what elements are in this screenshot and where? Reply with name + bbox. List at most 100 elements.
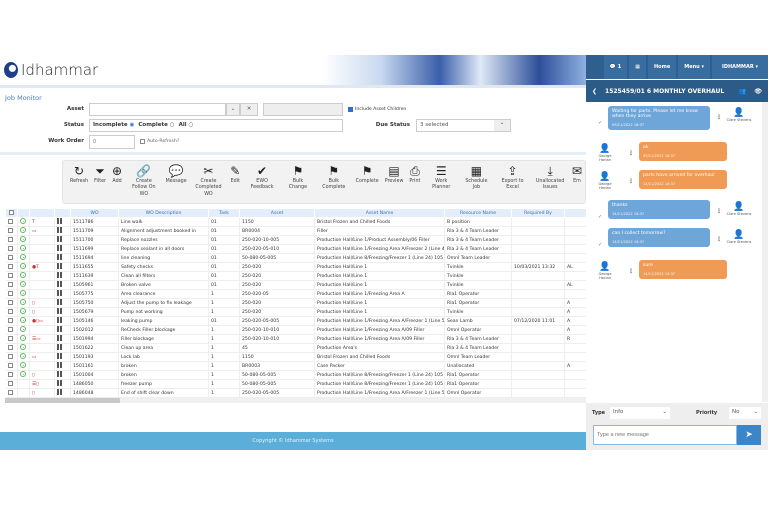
table-row[interactable]: 1511700 Replace nozzles 01 250-020-10-00… — [5, 235, 587, 245]
status-icon[interactable] — [17, 235, 30, 245]
attachment-icons[interactable] — [29, 289, 55, 299]
logo[interactable]: Idhammar — [4, 61, 98, 79]
table-row[interactable]: T 1511786 Line walk 01 1150 Bristol Froz… — [5, 217, 587, 227]
work-order-input[interactable] — [89, 135, 135, 149]
table-row[interactable]: 1505775 Area clearance 1 250-020-05 Prod… — [5, 289, 587, 299]
status-icon[interactable] — [17, 253, 30, 263]
status-icon[interactable] — [17, 289, 30, 299]
status-incomplete-radio[interactable]: Incomplete ◉ — [93, 122, 134, 129]
attachment-icons[interactable]: ☰▭ — [29, 334, 55, 344]
row-checkbox[interactable] — [5, 217, 18, 227]
row-checkbox[interactable] — [5, 361, 18, 371]
attachment-icons[interactable]: ▯ — [29, 298, 55, 308]
attachment-icons[interactable]: ●T — [29, 262, 55, 272]
row-checkbox[interactable] — [5, 289, 18, 299]
toolbar-button-em[interactable]: ✉ Em — [569, 161, 585, 203]
row-checkbox[interactable] — [5, 271, 18, 281]
status-icon[interactable] — [17, 262, 30, 272]
attachment-icons[interactable]: ▯ — [29, 307, 55, 317]
status-icon[interactable] — [17, 217, 30, 227]
table-row[interactable]: ▯ 1505679 Pump not working 1 250-020 Pro… — [5, 307, 587, 317]
select-all-checkbox[interactable] — [5, 208, 18, 218]
back-icon[interactable]: ❮ — [592, 88, 597, 95]
status-icon[interactable] — [17, 352, 30, 362]
toolbar-button-unallocated-issues[interactable]: ⤓ Unallocated Issues — [531, 161, 569, 203]
attachment-icons[interactable] — [29, 325, 55, 335]
message-input[interactable] — [593, 425, 737, 445]
message-options-icon[interactable]: ⋮ — [628, 178, 634, 185]
row-checkbox[interactable] — [5, 379, 18, 389]
row-checkbox[interactable] — [5, 307, 18, 317]
message-options-icon[interactable]: ⋮ — [716, 236, 722, 243]
toolbar-button-create-completed-wo[interactable]: ✂ Create Completed WO — [190, 161, 228, 203]
attachment-icons[interactable] — [29, 343, 55, 353]
status-icon[interactable] — [17, 271, 30, 281]
table-row[interactable]: ☰▭ 1501994 Filler blockage 1 250-020-10-… — [5, 334, 587, 344]
status-icon[interactable] — [17, 298, 30, 308]
row-checkbox[interactable] — [5, 334, 18, 344]
message-options-icon[interactable]: ⋮ — [716, 208, 722, 215]
table-row[interactable]: 1501161 broken 1 BR0003 Case Packer Unal… — [5, 361, 587, 371]
asset-dropdown-button[interactable]: ⌄ — [226, 103, 240, 116]
row-checkbox[interactable] — [5, 235, 18, 245]
asset-clear-button[interactable]: ✕ — [240, 103, 258, 116]
status-icon[interactable] — [17, 388, 30, 398]
table-row[interactable]: ▯ 1501004 broken 1 50-080-05-005 Product… — [5, 370, 587, 380]
status-icon[interactable] — [17, 325, 30, 335]
asset-input[interactable] — [89, 103, 226, 116]
row-checkbox[interactable] — [5, 244, 18, 254]
attachment-icons[interactable] — [29, 271, 55, 281]
table-row[interactable]: ●T 1511655 Safety checks 01 250-020 Prod… — [5, 262, 587, 272]
toolbar-button-complete[interactable]: ⚑ Complete — [353, 161, 382, 203]
toolbar-button-message[interactable]: 💬 Message — [163, 161, 190, 203]
toolbar-button-add[interactable]: ⊕ Add — [109, 161, 125, 203]
attachment-icons[interactable]: ▭ — [29, 352, 55, 362]
table-row[interactable]: ▭ 1501193 Lock lab 1 1150 Bristol Frozen… — [5, 352, 587, 362]
toolbar-button-print[interactable]: ⎙ Print — [406, 161, 423, 203]
status-icon[interactable] — [17, 370, 30, 380]
col-asset[interactable]: Asset — [239, 208, 315, 218]
send-button[interactable]: ➤ — [737, 425, 761, 445]
table-row[interactable]: 1511699 Replace sealant in all doors 01 … — [5, 244, 587, 254]
type-select[interactable]: Info ⌄ — [610, 407, 670, 419]
attachment-icons[interactable] — [29, 244, 55, 254]
attachment-icons[interactable]: ▭ — [29, 226, 55, 236]
col-asset-name[interactable]: Asset Name — [314, 208, 445, 218]
toolbar-button-edit[interactable]: ✎ Edit — [227, 161, 243, 203]
table-row[interactable]: ●▯▭ 1505146 leaking pump 01 250-020-05-0… — [5, 316, 587, 326]
message-options-icon[interactable]: ⋮ — [716, 114, 722, 121]
menu-button[interactable]: Menu ▾ — [678, 55, 710, 79]
row-checkbox[interactable] — [5, 325, 18, 335]
eye-icon[interactable]: 👁 — [754, 88, 762, 95]
table-row[interactable]: ▯ 1486048 End of shift clear down 1 250-… — [5, 388, 587, 398]
toolbar-button-schedule-job[interactable]: ▦ Schedule Job — [459, 161, 494, 203]
message-options-icon[interactable]: ⋮ — [628, 268, 634, 275]
row-checkbox[interactable] — [5, 226, 18, 236]
home-button[interactable]: Home — [647, 55, 677, 79]
toolbar-button-bulk-complete[interactable]: ⚑ Bulk Complete — [315, 161, 353, 203]
user-menu-button[interactable]: IDHAMMAR ▾ — [711, 55, 768, 79]
table-row[interactable]: 1505961 Broken valve 01 250-020 Producti… — [5, 280, 587, 290]
toolbar-button-create-follow-on-wo[interactable]: 🔗 Create Follow On WO — [125, 161, 163, 203]
status-complete-radio[interactable]: Complete ○ — [138, 122, 174, 129]
table-row[interactable]: ▯ 1505750 Adjust the pump to fix leakage… — [5, 298, 587, 308]
attachment-icons[interactable]: ☰▯ — [29, 379, 55, 389]
message-options-icon[interactable]: ⋮ — [628, 150, 634, 157]
horizontal-scrollbar[interactable] — [5, 398, 586, 403]
attachment-icons[interactable] — [29, 280, 55, 290]
toolbar-button-work-planner[interactable]: ☰ Work Planner — [423, 161, 459, 203]
table-row[interactable]: ▭ 1511709 Alignment adjustment booked in… — [5, 226, 587, 236]
auto-refresh-checkbox[interactable]: Auto-Refresh? — [140, 139, 179, 144]
toolbar-button-filter[interactable]: ⏷ Filter — [91, 161, 109, 203]
include-children-checkbox[interactable]: Include Asset Children — [348, 107, 406, 112]
row-checkbox[interactable] — [5, 316, 18, 326]
participants-icon[interactable]: 👥 — [739, 88, 746, 95]
attachment-icons[interactable]: ▯ — [29, 388, 55, 398]
toolbar-button-preview[interactable]: ▤ Preview — [382, 161, 407, 203]
row-checkbox[interactable] — [5, 262, 18, 272]
attachment-icons[interactable]: T — [29, 217, 55, 227]
toolbar-button-bulk-change[interactable]: ⚑ Bulk Change — [281, 161, 315, 203]
apps-grid-button[interactable]: ▦ — [629, 55, 646, 79]
attachment-icons[interactable]: ●▯▭ — [29, 316, 55, 326]
attachment-icons[interactable] — [29, 253, 55, 263]
